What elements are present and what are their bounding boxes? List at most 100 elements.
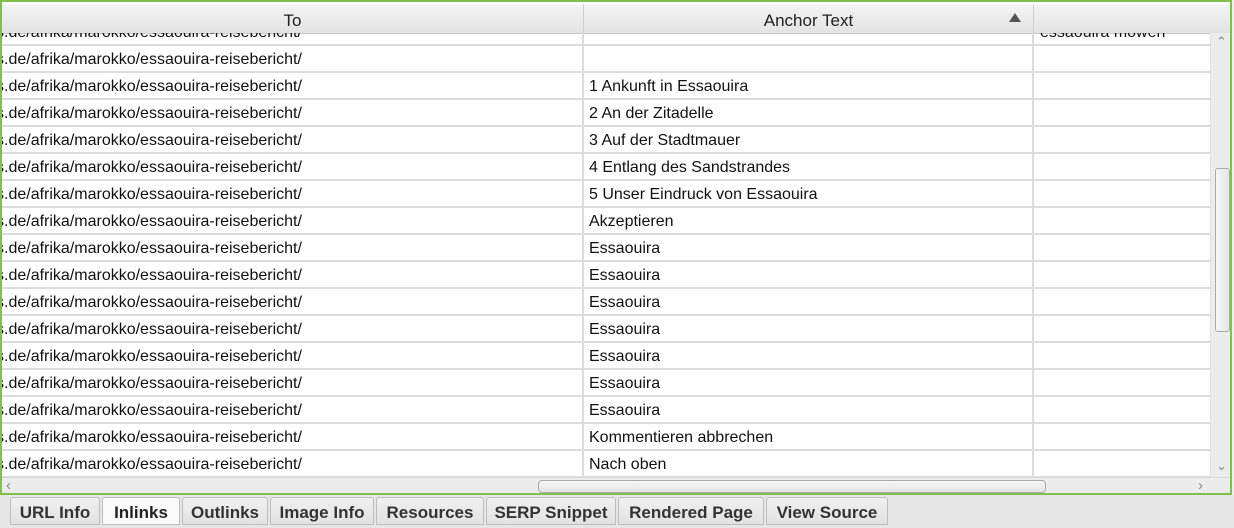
cell-anchor-text: Akzeptieren <box>584 208 1034 233</box>
cell-text: s.de/afrika/marokko/essaouira-reiseberic… <box>2 33 302 44</box>
cell-extra <box>1034 451 1210 476</box>
table-row[interactable]: s.de/afrika/marokko/essaouira-reiseberic… <box>2 397 1210 424</box>
table-row[interactable]: s.de/afrika/marokko/essaouira-reiseberic… <box>2 181 1210 208</box>
cell-text: s.de/afrika/marokko/essaouira-reiseberic… <box>2 78 302 95</box>
horizontal-scroll-thumb[interactable] <box>538 480 1046 493</box>
column-header-to[interactable]: To <box>2 4 584 33</box>
table-row[interactable]: s.de/afrika/marokko/essaouira-reiseberic… <box>2 451 1210 477</box>
table-row[interactable]: s.de/afrika/marokko/essaouira-reiseberic… <box>2 262 1210 289</box>
tab-serp-snippet[interactable]: SERP Snippet <box>486 497 616 525</box>
sort-ascending-icon <box>1009 13 1021 22</box>
cell-text: Essaouira <box>589 321 661 338</box>
cell-text: s.de/afrika/marokko/essaouira-reiseberic… <box>2 294 302 311</box>
cell-to: s.de/afrika/marokko/essaouira-reiseberic… <box>2 397 584 422</box>
cell-extra <box>1034 127 1210 152</box>
chevron-down-icon[interactable]: ⌄ <box>1216 459 1227 472</box>
cell-anchor-text <box>584 33 1034 44</box>
cell-to: s.de/afrika/marokko/essaouira-reiseberic… <box>2 370 584 395</box>
table-body: s.de/afrika/marokko/essaouira-reiseberic… <box>2 33 1210 477</box>
cell-text: Essaouira <box>589 402 661 419</box>
cell-extra <box>1034 235 1210 260</box>
cell-text: 4 Entlang des Sandstrandes <box>589 159 791 176</box>
table-row[interactable]: s.de/afrika/marokko/essaouira-reiseberic… <box>2 316 1210 343</box>
table-row[interactable]: s.de/afrika/marokko/essaouira-reiseberic… <box>2 370 1210 397</box>
cell-extra <box>1034 316 1210 341</box>
table-row[interactable]: s.de/afrika/marokko/essaouira-reiseberic… <box>2 343 1210 370</box>
cell-text: s.de/afrika/marokko/essaouira-reiseberic… <box>2 105 302 122</box>
cell-extra <box>1034 343 1210 368</box>
cell-extra <box>1034 154 1210 179</box>
cell-text: 1 Ankunft in Essaouira <box>589 78 749 95</box>
table-row[interactable]: s.de/afrika/marokko/essaouira-reiseberic… <box>2 424 1210 451</box>
cell-anchor-text: 2 An der Zitadelle <box>584 100 1034 125</box>
cell-to: s.de/afrika/marokko/essaouira-reiseberic… <box>2 208 584 233</box>
tab-rendered-page[interactable]: Rendered Page <box>618 497 764 525</box>
cell-anchor-text: Essaouira <box>584 397 1034 422</box>
chevron-left-icon[interactable]: ‹ <box>6 478 11 493</box>
cell-extra <box>1034 100 1210 125</box>
cell-extra <box>1034 424 1210 449</box>
cell-extra <box>1034 289 1210 314</box>
cell-extra <box>1034 46 1210 71</box>
horizontal-scrollbar[interactable]: ‹ › <box>2 477 1230 493</box>
cell-to: s.de/afrika/marokko/essaouira-reiseberic… <box>2 127 584 152</box>
cell-to: s.de/afrika/marokko/essaouira-reiseberic… <box>2 343 584 368</box>
detail-tab-bar: URL Info Inlinks Outlinks Image Info Resourc… <box>0 495 1234 528</box>
cell-text: s.de/afrika/marokko/essaouira-reiseberic… <box>2 375 302 392</box>
cell-anchor-text <box>584 46 1034 71</box>
cell-text: s.de/afrika/marokko/essaouira-reiseberic… <box>2 321 302 338</box>
cell-text: s.de/afrika/marokko/essaouira-reiseberic… <box>2 51 302 68</box>
cell-text: s.de/afrika/marokko/essaouira-reiseberic… <box>2 402 302 419</box>
cell-extra <box>1034 262 1210 287</box>
cell-anchor-text: Essaouira <box>584 316 1034 341</box>
cell-text: s.de/afrika/marokko/essaouira-reiseberic… <box>2 132 302 149</box>
cell-text: s.de/afrika/marokko/essaouira-reiseberic… <box>2 213 302 230</box>
tab-image-info[interactable]: Image Info <box>270 497 374 525</box>
cell-text: s.de/afrika/marokko/essaouira-reiseberic… <box>2 240 302 257</box>
cell-to: s.de/afrika/marokko/essaouira-reiseberic… <box>2 235 584 260</box>
cell-text: 5 Unser Eindruck von Essaouira <box>589 186 818 203</box>
column-header-anchor-text[interactable]: Anchor Text <box>584 4 1034 33</box>
tab-url-info[interactable]: URL Info <box>10 497 100 525</box>
cell-text: Kommentieren abbrechen <box>589 429 774 446</box>
vertical-scrollbar[interactable]: ⌃ ⌄ <box>1210 33 1230 477</box>
column-header-extra[interactable] <box>1034 4 1230 33</box>
cell-text: 2 An der Zitadelle <box>589 105 714 122</box>
cell-extra <box>1034 370 1210 395</box>
table-row[interactable]: s.de/afrika/marokko/essaouira-reiseberic… <box>2 208 1210 235</box>
cell-anchor-text: 4 Entlang des Sandstrandes <box>584 154 1034 179</box>
cell-to: s.de/afrika/marokko/essaouira-reiseberic… <box>2 181 584 206</box>
vertical-scroll-thumb[interactable] <box>1215 168 1230 332</box>
table-row[interactable]: s.de/afrika/marokko/essaouira-reiseberic… <box>2 235 1210 262</box>
cell-to: s.de/afrika/marokko/essaouira-reiseberic… <box>2 262 584 287</box>
cell-to: s.de/afrika/marokko/essaouira-reiseberic… <box>2 73 584 98</box>
table-row[interactable]: s.de/afrika/marokko/essaouira-reiseberic… <box>2 46 1210 73</box>
tab-inlinks[interactable]: Inlinks <box>102 497 180 525</box>
tab-resources[interactable]: Resources <box>376 497 484 525</box>
chevron-up-icon[interactable]: ⌃ <box>1216 35 1227 48</box>
cell-text: s.de/afrika/marokko/essaouira-reiseberic… <box>2 186 302 203</box>
tab-outlinks[interactable]: Outlinks <box>182 497 268 525</box>
table-row[interactable]: s.de/afrika/marokko/essaouira-reiseberic… <box>2 33 1210 46</box>
cell-to: s.de/afrika/marokko/essaouira-reiseberic… <box>2 154 584 179</box>
cell-to: s.de/afrika/marokko/essaouira-reiseberic… <box>2 46 584 71</box>
cell-text: Essaouira <box>589 294 661 311</box>
table-row[interactable]: s.de/afrika/marokko/essaouira-reiseberic… <box>2 289 1210 316</box>
cell-text: Nach oben <box>589 456 667 473</box>
chevron-right-icon[interactable]: › <box>1198 478 1203 493</box>
cell-to: s.de/afrika/marokko/essaouira-reiseberic… <box>2 100 584 125</box>
cell-anchor-text: Kommentieren abbrechen <box>584 424 1034 449</box>
table-row[interactable]: s.de/afrika/marokko/essaouira-reiseberic… <box>2 100 1210 127</box>
cell-to: s.de/afrika/marokko/essaouira-reiseberic… <box>2 289 584 314</box>
cell-text: s.de/afrika/marokko/essaouira-reiseberic… <box>2 159 302 176</box>
table-row[interactable]: s.de/afrika/marokko/essaouira-reiseberic… <box>2 73 1210 100</box>
cell-anchor-text: Nach oben <box>584 451 1034 476</box>
table-row[interactable]: s.de/afrika/marokko/essaouira-reiseberic… <box>2 127 1210 154</box>
cell-extra <box>1034 397 1210 422</box>
cell-anchor-text: 5 Unser Eindruck von Essaouira <box>584 181 1034 206</box>
tab-view-source[interactable]: View Source <box>766 497 888 525</box>
cell-anchor-text: Essaouira <box>584 343 1034 368</box>
cell-text: s.de/afrika/marokko/essaouira-reiseberic… <box>2 348 302 365</box>
cell-anchor-text: Essaouira <box>584 370 1034 395</box>
table-row[interactable]: s.de/afrika/marokko/essaouira-reiseberic… <box>2 154 1210 181</box>
